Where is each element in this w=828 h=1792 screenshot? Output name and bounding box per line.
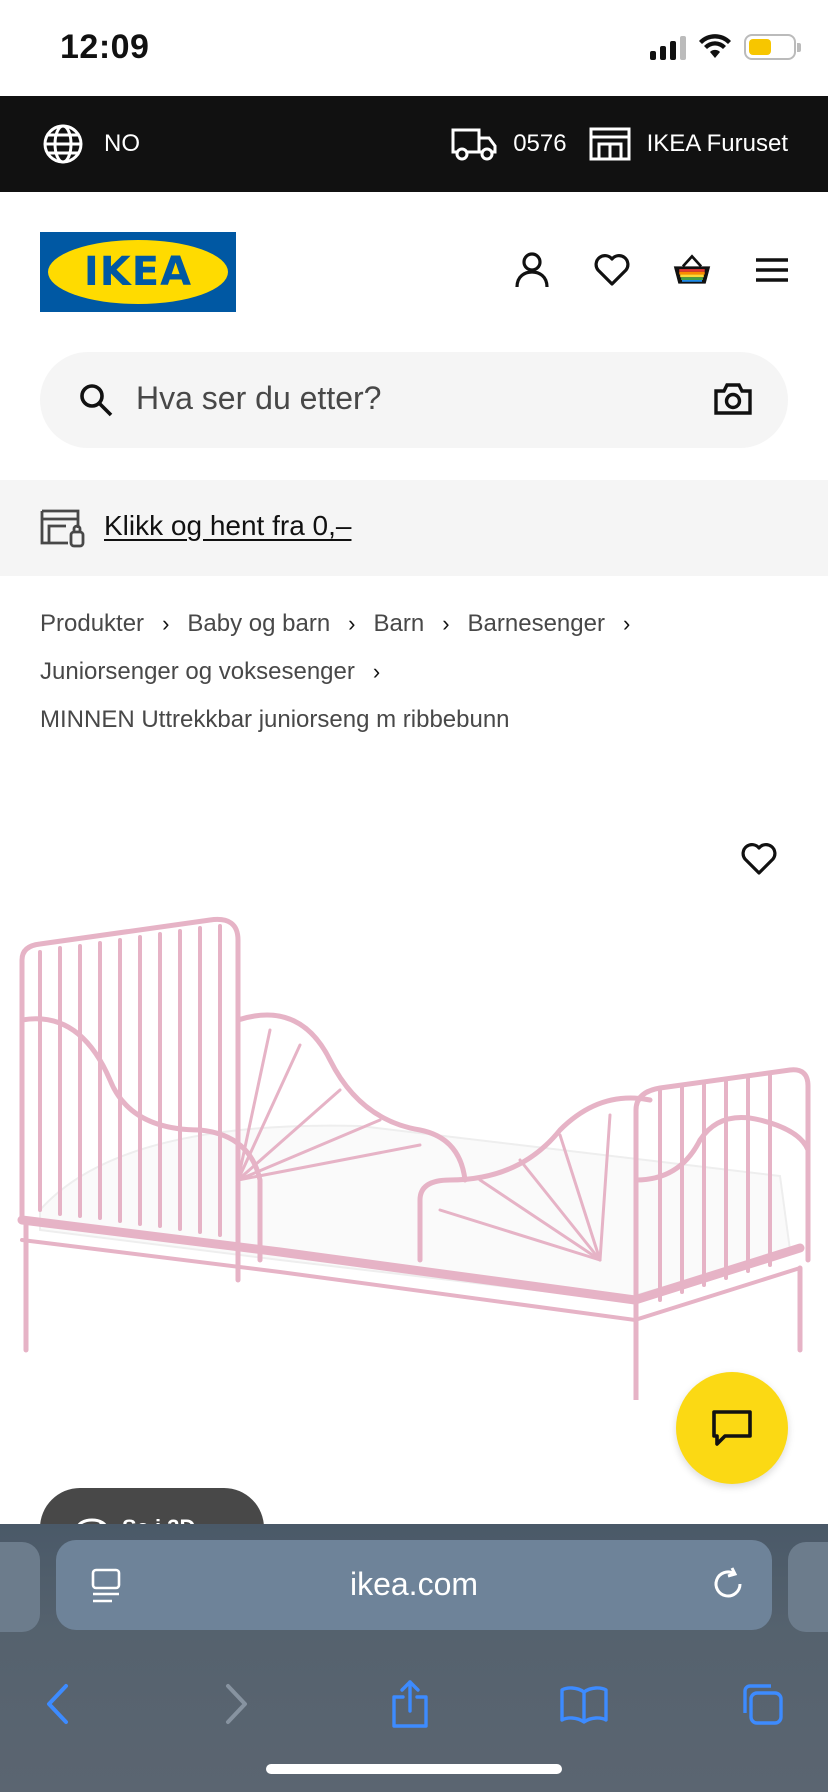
user-icon[interactable] <box>512 250 552 290</box>
menu-icon[interactable] <box>752 250 792 290</box>
bookmarks-button[interactable] <box>556 1676 612 1732</box>
chevron-right-icon: › <box>622 611 631 636</box>
basket-icon[interactable] <box>672 250 712 290</box>
postal-code: 0576 <box>513 130 567 157</box>
promo-link[interactable]: Klikk og hent fra 0,– <box>104 510 351 542</box>
truck-icon <box>451 128 497 161</box>
previous-tab-preview[interactable] <box>0 1542 40 1632</box>
cellular-signal-icon <box>650 34 686 60</box>
home-indicator[interactable] <box>266 1764 562 1774</box>
product-image-bed <box>17 916 811 1400</box>
breadcrumb-link[interactable]: Barnesenger <box>468 610 605 638</box>
browser-toolbar <box>0 1654 828 1754</box>
forward-arrow-icon <box>226 1684 247 1724</box>
share-icon <box>392 1680 428 1728</box>
add-to-favourites-heart-icon[interactable] <box>740 842 778 876</box>
url-text: ikea.com <box>349 1566 479 1602</box>
chevron-right-icon: › <box>162 611 170 636</box>
back-arrow-icon <box>47 1684 68 1724</box>
camera-icon[interactable] <box>714 382 752 416</box>
chat-button[interactable] <box>676 1372 788 1484</box>
chevron-right-icon: › <box>442 611 450 636</box>
globe-icon <box>43 124 83 164</box>
site-header: IKEA <box>0 192 828 352</box>
forward-button[interactable] <box>208 1676 264 1732</box>
breadcrumb-link[interactable]: Barn <box>374 610 425 638</box>
chevron-right-icon: › <box>348 611 356 636</box>
language-selector[interactable]: NO <box>42 123 140 165</box>
next-tab-preview[interactable] <box>788 1542 828 1632</box>
logo-text: IKEA <box>83 249 193 295</box>
breadcrumb: Produkter › Baby og barn › Barn › Barnes… <box>40 600 800 744</box>
status-icons <box>650 34 801 60</box>
click-and-collect-banner[interactable]: Klikk og hent fra 0,– <box>0 480 828 576</box>
breadcrumb-link[interactable]: Produkter <box>40 610 144 638</box>
back-button[interactable] <box>30 1676 86 1732</box>
chevron-right-icon: › <box>372 659 381 684</box>
address-bar[interactable]: ikea.com <box>56 1540 772 1630</box>
reload-icon[interactable] <box>710 1566 746 1602</box>
bookmarks-book-icon <box>560 1686 608 1724</box>
store-pickup-icon <box>40 509 85 548</box>
heart-icon[interactable] <box>592 250 632 290</box>
store-icon <box>589 127 631 161</box>
share-button[interactable] <box>382 1676 438 1732</box>
tabs-button[interactable] <box>734 1676 790 1732</box>
breadcrumb-current: MINNEN Uttrekkbar juniorseng m ribbebunn <box>40 706 510 733</box>
browser-bottom-bar: ikea.com <box>0 1524 828 1792</box>
top-utility-bar: NO 0576 IKEA Furuset <box>0 96 828 192</box>
status-bar: 12:09 <box>0 0 828 96</box>
battery-icon <box>744 34 801 60</box>
ikea-logo[interactable]: IKEA <box>40 232 236 312</box>
store-name: IKEA Furuset <box>646 130 788 157</box>
chat-bubble-icon <box>712 1410 752 1446</box>
breadcrumb-link[interactable]: Juniorsenger og voksesenger <box>40 658 355 686</box>
country-code: NO <box>104 130 140 157</box>
search-icon <box>80 384 113 417</box>
tabs-icon <box>743 1684 783 1725</box>
wifi-icon <box>699 34 731 58</box>
store-selector[interactable]: IKEA Furuset <box>589 126 788 162</box>
breadcrumb-link[interactable]: Baby og barn <box>187 610 330 638</box>
status-time: 12:09 <box>60 28 150 66</box>
search-bar[interactable]: Hva ser du etter? <box>40 352 788 448</box>
delivery-postal-code[interactable]: 0576 <box>451 126 567 162</box>
search-input[interactable]: Hva ser du etter? <box>136 380 381 417</box>
